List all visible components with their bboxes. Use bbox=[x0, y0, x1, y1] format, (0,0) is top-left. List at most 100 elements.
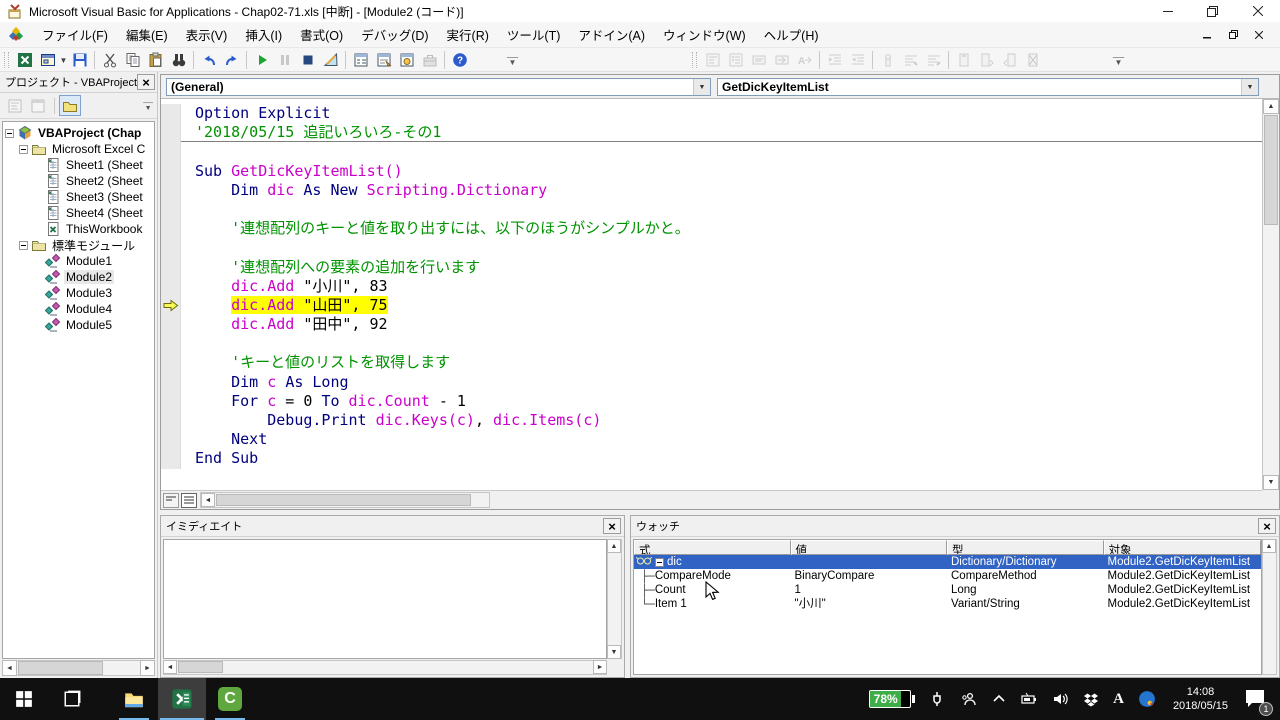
code-line[interactable]: Dim dic As New Scripting.Dictionary bbox=[161, 181, 1262, 200]
watch-row-dic[interactable]: dicDictionary/DictionaryModule2.GetDicKe… bbox=[634, 555, 1261, 569]
previous-bookmark-icon[interactable] bbox=[998, 49, 1021, 71]
close-button[interactable] bbox=[1235, 0, 1280, 22]
immediate-content[interactable] bbox=[163, 539, 607, 659]
tree-item-module4[interactable]: Module4 bbox=[3, 301, 154, 317]
clear-bookmarks-icon[interactable] bbox=[1021, 49, 1044, 71]
project-toolbar-options-chevron[interactable]: ──▼ bbox=[143, 101, 153, 111]
toolbar-grip[interactable] bbox=[4, 52, 9, 68]
menu-o[interactable]: 書式(O) bbox=[291, 21, 352, 48]
view-code-button[interactable] bbox=[4, 95, 26, 116]
menu-d[interactable]: デバッグ(D) bbox=[352, 21, 437, 48]
paste-icon[interactable] bbox=[144, 49, 167, 71]
undo-icon[interactable] bbox=[197, 49, 220, 71]
code-editor[interactable]: Option Explicit'2018/05/15 追記いろいろ-その1 Sub… bbox=[161, 99, 1262, 490]
tree-item-module5[interactable]: Module5 bbox=[3, 317, 154, 333]
tree-item-module1[interactable]: Module1 bbox=[3, 253, 154, 269]
watch-expander-icon[interactable] bbox=[655, 558, 664, 567]
chevron-up-icon[interactable] bbox=[991, 690, 1007, 708]
code-line[interactable]: Next bbox=[161, 430, 1262, 449]
plug-icon[interactable] bbox=[929, 690, 945, 708]
insert-userform-icon[interactable] bbox=[36, 49, 59, 71]
procedure-dropdown-arrow-icon[interactable]: ▼ bbox=[1241, 79, 1258, 95]
camtasia-app[interactable]: C bbox=[206, 678, 254, 720]
menu-h[interactable]: ヘルプ(H) bbox=[755, 21, 828, 48]
child-restore-button[interactable] bbox=[1220, 25, 1246, 45]
menu-v[interactable]: 表示(V) bbox=[177, 21, 237, 48]
code-line[interactable]: '2018/05/15 追記いろいろ-その1 bbox=[161, 123, 1262, 142]
procedure-view-button[interactable] bbox=[163, 493, 179, 508]
project-panel-header[interactable]: プロジェクト - VBAProject × bbox=[0, 72, 157, 93]
tree-item-module3[interactable]: Module3 bbox=[3, 285, 154, 301]
child-close-button[interactable] bbox=[1246, 25, 1272, 45]
code-line[interactable]: Sub GetDicKeyItemList() bbox=[161, 162, 1262, 181]
menu-a[interactable]: アドイン(A) bbox=[569, 21, 654, 48]
code-line[interactable]: dic.Add "小川", 83 bbox=[161, 277, 1262, 296]
code-vscrollbar[interactable]: ▲ ▼ bbox=[1262, 99, 1279, 490]
object-dropdown[interactable]: (General) ▼ bbox=[166, 78, 711, 96]
immediate-vscrollbar[interactable]: ▲ ▼ bbox=[607, 539, 622, 659]
next-bookmark-icon[interactable] bbox=[975, 49, 998, 71]
code-line[interactable] bbox=[161, 200, 1262, 219]
tree-item-sheet3sheet[interactable]: Sheet3 (Sheet bbox=[3, 189, 154, 205]
battery-percentage-badge[interactable]: 78% bbox=[869, 690, 915, 708]
cortana-icon[interactable] bbox=[1138, 690, 1156, 708]
watch-column-header[interactable]: 型 bbox=[947, 540, 1104, 555]
list-constants-icon[interactable] bbox=[724, 49, 747, 71]
project-explorer-icon[interactable] bbox=[349, 49, 372, 71]
people-icon[interactable] bbox=[959, 690, 977, 708]
code-line[interactable]: dic.Add "田中", 92 bbox=[161, 315, 1262, 334]
watch-vscrollbar[interactable]: ▲ bbox=[1262, 539, 1277, 675]
toolbar-options-chevron[interactable]: ──▼ bbox=[1112, 50, 1125, 70]
uncomment-block-icon[interactable] bbox=[922, 49, 945, 71]
complete-word-icon[interactable]: A bbox=[793, 49, 816, 71]
parameter-info-icon[interactable] bbox=[770, 49, 793, 71]
project-panel-close-button[interactable]: × bbox=[137, 74, 155, 90]
minimize-button[interactable] bbox=[1145, 0, 1190, 22]
code-line[interactable]: End Sub bbox=[161, 449, 1262, 468]
design-mode-icon[interactable] bbox=[319, 49, 342, 71]
toolbar-grip[interactable] bbox=[692, 52, 697, 68]
menu-f[interactable]: ファイル(F) bbox=[33, 21, 117, 48]
code-line[interactable] bbox=[161, 142, 1262, 161]
code-line[interactable]: '連想配列のキーと値を取り出すには、以下のほうがシンプルかと。 bbox=[161, 219, 1262, 238]
code-line[interactable]: dic.Add "山田", 75 bbox=[161, 296, 1262, 315]
toolbar-options-chevron[interactable]: ──▼ bbox=[506, 50, 519, 70]
toggle-folders-button[interactable] bbox=[59, 95, 81, 116]
view-excel-icon[interactable] bbox=[13, 49, 36, 71]
tree-item-vbaprojectchap[interactable]: VBAProject (Chap bbox=[3, 125, 154, 141]
list-properties-icon[interactable] bbox=[701, 49, 724, 71]
view-object-button[interactable] bbox=[27, 95, 49, 116]
toggle-bookmark-icon[interactable] bbox=[952, 49, 975, 71]
properties-window-icon[interactable] bbox=[372, 49, 395, 71]
outdent-icon[interactable] bbox=[846, 49, 869, 71]
insert-userform-icon-caret[interactable]: ▼ bbox=[59, 49, 68, 71]
tree-item-thisworkbook[interactable]: ThisWorkbook bbox=[3, 221, 154, 237]
break-icon[interactable] bbox=[273, 49, 296, 71]
indent-icon[interactable] bbox=[823, 49, 846, 71]
notification-center-icon[interactable]: 1 bbox=[1244, 688, 1266, 711]
watch-header[interactable]: ウォッチ × bbox=[631, 516, 1279, 537]
menu-t[interactable]: ツール(T) bbox=[498, 21, 569, 48]
menu-e[interactable]: 編集(E) bbox=[117, 21, 177, 48]
run-icon[interactable] bbox=[250, 49, 273, 71]
code-line[interactable]: Option Explicit bbox=[161, 104, 1262, 123]
tree-expander-icon[interactable] bbox=[19, 241, 28, 250]
procedure-dropdown[interactable]: GetDicKeyItemList ▼ bbox=[717, 78, 1259, 96]
watch-row-item1[interactable]: └─ Item 1"小川"Variant/StringModule2.GetDi… bbox=[634, 597, 1261, 611]
ime-icon[interactable]: A bbox=[1113, 690, 1124, 708]
start-button[interactable] bbox=[0, 678, 48, 720]
watch-column-header[interactable]: 対象 bbox=[1104, 540, 1262, 555]
find-icon[interactable] bbox=[167, 49, 190, 71]
code-line[interactable]: 'キーと値のリストを取得します bbox=[161, 353, 1262, 372]
battery-status-icon[interactable] bbox=[1021, 690, 1037, 708]
cut-icon[interactable] bbox=[98, 49, 121, 71]
comment-block-icon[interactable] bbox=[899, 49, 922, 71]
file-explorer-app[interactable] bbox=[110, 678, 158, 720]
tree-item-[interactable]: 標準モジュール bbox=[3, 237, 154, 253]
project-tree-hscrollbar[interactable]: ◄ ► bbox=[2, 660, 155, 676]
immediate-hscrollbar[interactable]: ◄ ► bbox=[163, 660, 607, 675]
object-dropdown-arrow-icon[interactable]: ▼ bbox=[693, 79, 710, 95]
code-line[interactable]: Debug.Print dic.Keys(c), dic.Items(c) bbox=[161, 411, 1262, 430]
code-hscrollbar[interactable]: ◄ bbox=[200, 492, 490, 508]
immediate-header[interactable]: イミディエイト × bbox=[161, 516, 624, 537]
